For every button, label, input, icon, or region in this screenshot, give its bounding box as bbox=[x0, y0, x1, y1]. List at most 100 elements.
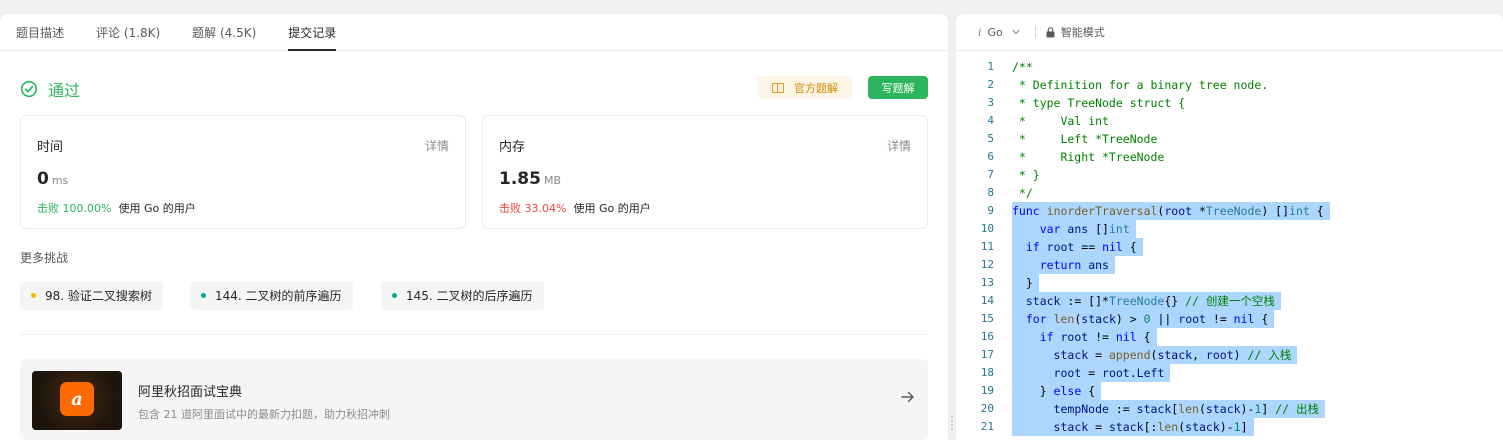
status-text: 通过 bbox=[48, 81, 81, 100]
official-solution-button[interactable]: 官方题解 bbox=[758, 76, 852, 99]
chevron-down-icon[interactable] bbox=[1011, 27, 1021, 37]
code-line: 4 * Val int bbox=[956, 112, 1503, 130]
language-select[interactable]: Go bbox=[988, 26, 1003, 39]
line-number: 12 bbox=[980, 258, 994, 271]
more-challenges-title: 更多挑战 bbox=[20, 251, 69, 265]
line-number: 15 bbox=[980, 312, 994, 325]
memory-detail-link[interactable]: 详情 bbox=[887, 137, 911, 154]
code-line: 7 * } bbox=[956, 166, 1503, 184]
line-number: 1 bbox=[987, 60, 994, 73]
code-line: 18 root = root.Left bbox=[956, 364, 1503, 382]
code-text: */ bbox=[1012, 186, 1033, 200]
code-text: func inorderTraversal(root *TreeNode) []… bbox=[1012, 204, 1324, 218]
line-number: 7 bbox=[987, 168, 994, 181]
code-line: 9 func inorderTraversal(root *TreeNode) [… bbox=[956, 202, 1503, 220]
tab-description[interactable]: 题目描述 bbox=[16, 14, 64, 50]
line-number: 5 bbox=[987, 132, 994, 145]
promo-card[interactable]: a 阿里秋招面试宝典 包含 21 道阿里面试中的最新力扣题，助力秋招冲刺 bbox=[20, 359, 928, 440]
arrow-right-icon bbox=[901, 391, 914, 403]
code-text: /** bbox=[1012, 60, 1033, 74]
promo-subtitle: 包含 21 道阿里面试中的最新力扣题，助力秋招冲刺 bbox=[138, 408, 390, 421]
code-text: * Val int bbox=[1012, 114, 1109, 128]
runtime-value: 0 ms bbox=[37, 169, 69, 189]
line-number: 11 bbox=[980, 240, 994, 253]
book-icon bbox=[772, 82, 784, 93]
line-number: 9 bbox=[987, 204, 994, 217]
write-solution-label: 写题解 bbox=[881, 81, 915, 95]
line-number: 6 bbox=[987, 150, 994, 163]
code-line: 14 stack := []*TreeNode{} // 创建一个空栈 bbox=[956, 292, 1503, 310]
code-line: 8 */ bbox=[956, 184, 1503, 202]
memory-label: 内存 bbox=[499, 140, 526, 155]
runtime-detail-link[interactable]: 详情 bbox=[425, 137, 449, 154]
code-line: 12 return ans bbox=[956, 256, 1503, 274]
line-number: 8 bbox=[987, 186, 994, 199]
code-text: return ans bbox=[1039, 258, 1109, 272]
code-editor-panel: i Go 智能模式 1 /** 2 * Definition for a binar… bbox=[956, 14, 1503, 440]
editor-mode[interactable]: 智能模式 bbox=[1061, 24, 1105, 40]
code-line: 21 stack = stack[:len(stack)-1] bbox=[956, 418, 1503, 436]
code-text: tempNode := stack[len(stack)-1] // 出栈 bbox=[1053, 402, 1319, 416]
code-line: 15 for len(stack) > 0 || root != nil { bbox=[956, 310, 1503, 328]
runtime-card: 时间 详情 0 ms 击败 100.00% 使用 Go 的用户 bbox=[20, 115, 466, 229]
code-line: 6 * Right *TreeNode bbox=[956, 148, 1503, 166]
code-line: 5 * Left *TreeNode bbox=[956, 130, 1503, 148]
difficulty-dot bbox=[392, 293, 397, 298]
code-line: 16 if root != nil { bbox=[956, 328, 1503, 346]
memory-beat: 击败 33.04% 使用 Go 的用户 bbox=[499, 202, 651, 215]
code-line: 20 tempNode := stack[len(stack)-1] // 出栈 bbox=[956, 400, 1503, 418]
code-text: var ans []int bbox=[1039, 222, 1130, 236]
challenge-chip-145[interactable]: 145. 二叉树的后序遍历 bbox=[381, 281, 544, 310]
code-text: * Left *TreeNode bbox=[1012, 132, 1158, 146]
code-text: stack = stack[:len(stack)-1] bbox=[1053, 420, 1248, 434]
code-text: if root != nil { bbox=[1039, 330, 1151, 344]
tab-submissions[interactable]: 提交记录 bbox=[288, 14, 337, 51]
code-text: stack = append(stack, root) // 入栈 bbox=[1053, 348, 1292, 362]
memory-unit: MB bbox=[543, 174, 561, 187]
code-text: } else { bbox=[1012, 384, 1096, 398]
line-number: 4 bbox=[987, 114, 994, 127]
challenge-chip-98[interactable]: 98. 验证二叉搜索树 bbox=[20, 281, 163, 310]
code-text: * type TreeNode struct { bbox=[1012, 96, 1186, 110]
line-number: 21 bbox=[980, 420, 994, 433]
code-line: 2 * Definition for a binary tree node. bbox=[956, 76, 1503, 94]
submission-status: 通过 bbox=[20, 77, 80, 101]
tab-comments[interactable]: 评论 (1.8K) bbox=[96, 14, 160, 50]
code-text: * Definition for a binary tree node. bbox=[1012, 78, 1269, 92]
language-info-icon: i bbox=[978, 25, 982, 39]
runtime-label: 时间 bbox=[37, 140, 64, 155]
code-line: 17 stack = append(stack, root) // 入栈 bbox=[956, 346, 1503, 364]
code-text: stack := []*TreeNode{} // 创建一个空栈 bbox=[1025, 294, 1275, 308]
check-circle-icon bbox=[20, 80, 38, 98]
line-number: 18 bbox=[980, 366, 994, 379]
code-text: * Right *TreeNode bbox=[1012, 150, 1165, 164]
panel-resize-handle[interactable] bbox=[949, 416, 955, 434]
submission-panel: 题目描述 评论 (1.8K) 题解 (4.5K) 提交记录 通过 官方题解 写题… bbox=[0, 14, 948, 440]
challenge-chip-144[interactable]: 144. 二叉树的前序遍历 bbox=[190, 281, 353, 310]
code-line: 13 } bbox=[956, 274, 1503, 292]
line-number: 3 bbox=[987, 96, 994, 109]
difficulty-dot bbox=[31, 293, 36, 298]
line-number: 2 bbox=[987, 78, 994, 91]
tab-solutions[interactable]: 题解 (4.5K) bbox=[192, 14, 256, 50]
memory-card: 内存 详情 1.85 MB 击败 33.04% 使用 Go 的用户 bbox=[482, 115, 928, 229]
memory-value: 1.85 MB bbox=[499, 169, 561, 189]
write-solution-button[interactable]: 写题解 bbox=[868, 76, 928, 99]
line-number: 13 bbox=[980, 276, 994, 289]
code-line: 11 if root == nil { bbox=[956, 238, 1503, 256]
code-area[interactable]: 1 /** 2 * Definition for a binary tree nod… bbox=[956, 58, 1503, 436]
problem-tabs: 题目描述 评论 (1.8K) 题解 (4.5K) 提交记录 bbox=[0, 14, 948, 51]
code-line: 19 } else { bbox=[956, 382, 1503, 400]
line-number: 17 bbox=[980, 348, 994, 361]
code-line: 10 var ans []int bbox=[956, 220, 1503, 238]
official-solution-label: 官方题解 bbox=[794, 81, 838, 95]
line-number: 14 bbox=[980, 294, 994, 307]
runtime-unit: ms bbox=[51, 174, 69, 187]
code-text: for len(stack) > 0 || root != nil { bbox=[1025, 312, 1269, 326]
line-number: 20 bbox=[980, 402, 994, 415]
editor-toolbar: i Go 智能模式 bbox=[956, 14, 1503, 51]
runtime-beat: 击败 100.00% 使用 Go 的用户 bbox=[37, 202, 196, 215]
code-text: root = root.Left bbox=[1053, 366, 1165, 380]
alibaba-logo-icon: a bbox=[60, 382, 94, 416]
code-line: 3 * type TreeNode struct { bbox=[956, 94, 1503, 112]
